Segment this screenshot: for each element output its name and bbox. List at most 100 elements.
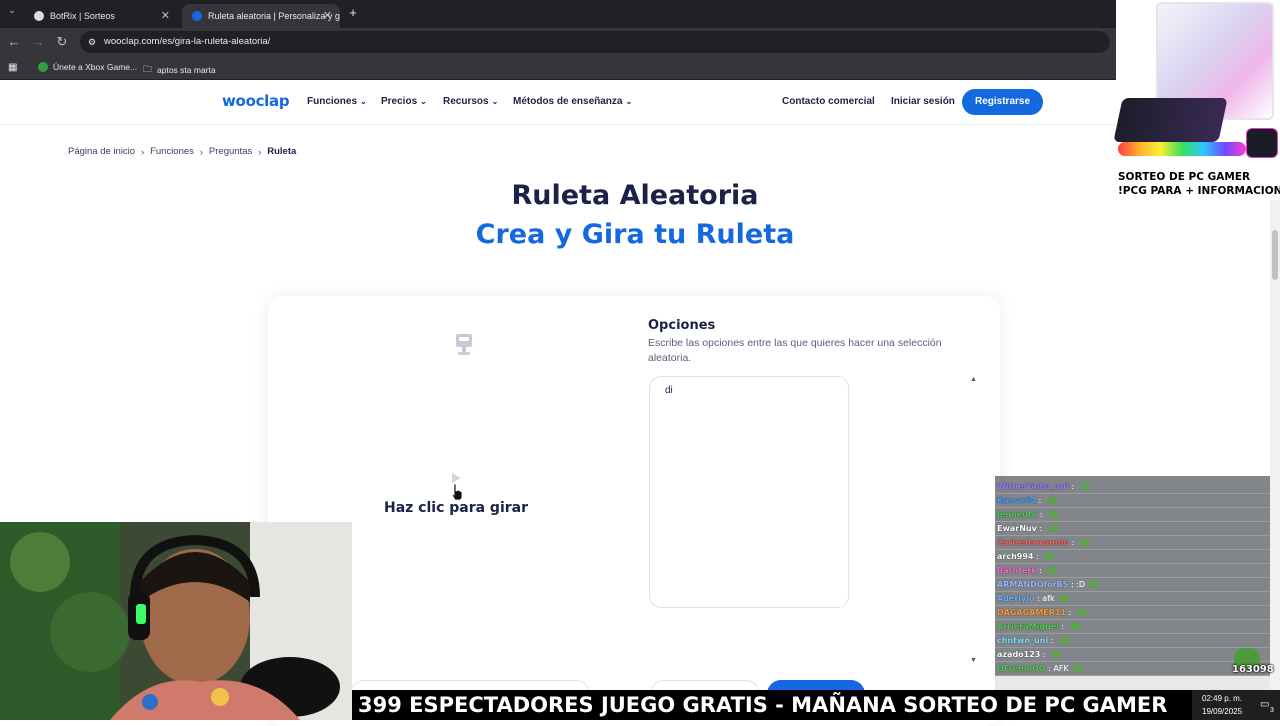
chat-username: Barhterk <box>997 566 1037 575</box>
chat-message: Aderlyjo : afk <box>995 592 1270 606</box>
scroll-up-icon[interactable]: ▲ <box>970 376 977 383</box>
chat-username: Kanvo64 <box>997 496 1037 505</box>
chat-message: DAGAGAMER11 : <box>995 606 1270 620</box>
contact-link[interactable]: Contacto comercial <box>782 96 875 107</box>
close-tab-icon[interactable]: ✕ <box>323 9 332 22</box>
menu-precios[interactable]: Precios ⌄ <box>381 96 427 107</box>
chat-username: DAGAGAMER11 <box>997 608 1067 617</box>
chat-emote-icon <box>1072 665 1082 672</box>
address-bar[interactable]: ⚙ wooclap.com/es/gira-la-ruleta-aleatori… <box>80 31 1110 53</box>
chevron-down-icon: ⌄ <box>420 97 427 106</box>
page-scrollbar[interactable] <box>1270 200 1280 690</box>
viewer-counter: 163098 <box>1232 664 1274 675</box>
giveaway-line-1: SORTEO DE PC GAMER <box>1118 171 1251 183</box>
chat-username: OFremoOO <box>997 664 1046 673</box>
taskbar-clock[interactable]: 02:49 p. m. 19/09/2025 ▭ 3 <box>1192 690 1280 720</box>
bookmark-folder[interactable]: 🗀 aptos sta marta <box>143 62 216 78</box>
menu-metodos[interactable]: Métodos de enseñanza ⌄ <box>513 96 632 107</box>
close-tab-icon[interactable]: ✕ <box>161 9 170 22</box>
breadcrumb-home[interactable]: Página de inicio <box>68 146 135 157</box>
xbox-icon <box>38 62 48 72</box>
chat-message: EwarNuv : <box>995 522 1270 536</box>
tab-title: Ruleta aleatoria | Personaliza y g <box>208 11 340 21</box>
new-tab-button[interactable]: + <box>345 5 361 20</box>
chevron-right-icon: › <box>199 146 203 157</box>
chat-emote-icon <box>1058 595 1068 602</box>
chat-username: ARMANDOforBS <box>997 580 1069 589</box>
menu-label: Precios <box>381 96 418 107</box>
botrix-favicon-icon <box>34 11 44 21</box>
stream-ticker: 399 ESPECTADORES JUEGO GRATIS - MAÑANA S… <box>352 690 1192 720</box>
clock-date: 19/09/2025 <box>1202 707 1243 716</box>
wheel-stand-icon <box>456 334 472 355</box>
chat-emote-icon <box>1089 581 1099 588</box>
options-textarea[interactable]: di <box>649 376 849 608</box>
giveaway-text: SORTEO DE PC GAMER !PCG PARA + INFORMACI… <box>1118 170 1280 198</box>
notification-count: 3 <box>1270 707 1274 714</box>
chat-message: Jeuneuto : <box>995 508 1270 522</box>
chevron-down-icon: ⌄ <box>491 97 499 106</box>
chat-message: Carloshanzando : <box>995 536 1270 550</box>
register-button[interactable]: Registrarse <box>962 89 1043 115</box>
webcam-feed <box>0 522 352 720</box>
breadcrumb-funciones[interactable]: Funciones <box>150 146 194 157</box>
notification-icon[interactable]: ▭ <box>1260 699 1269 710</box>
browser-tab-bar: ⌄ BotRix | Sorteos ✕ Ruleta aleatoria | … <box>0 0 1116 28</box>
bookmarks-bar: ▦ Únete a Xbox Game... 🗀 aptos sta marta <box>0 56 1116 80</box>
chat-text: afk <box>1042 594 1055 603</box>
reload-icon[interactable]: ↻ <box>54 34 70 50</box>
chat-text: AFK <box>1053 664 1069 673</box>
chat-message: Kanvo64 : <box>995 494 1270 508</box>
tab-wooclap[interactable]: Ruleta aleatoria | Personaliza y g ✕ <box>182 4 340 28</box>
chat-username: arch994 <box>997 552 1034 561</box>
chat-message: chntwn_uni : <box>995 634 1270 648</box>
options-title: Opciones <box>648 318 716 333</box>
breadcrumb-current: Ruleta <box>267 146 297 157</box>
chat-message: azado123 : <box>995 648 1270 662</box>
chat-emote-icon <box>1049 511 1059 518</box>
chat-message: OFremoOO : AFK <box>995 662 1270 676</box>
chat-message: WitherGoba_uni : <box>995 480 1270 494</box>
chat-message: Barhterk : <box>995 564 1270 578</box>
page-subtitle: Crea y Gira tu Ruleta <box>475 219 795 250</box>
chat-emote-icon <box>1080 483 1090 490</box>
rgb-light-image <box>1118 142 1246 156</box>
chat-emote-icon <box>1048 525 1058 532</box>
forward-arrow-icon[interactable]: → <box>30 34 46 49</box>
chevron-down-icon: ⌄ <box>360 97 367 106</box>
menu-label: Funciones <box>307 96 358 107</box>
options-description: Escribe las opciones entre las que quier… <box>648 337 942 364</box>
browser-toolbar: ← → ↻ ⚙ wooclap.com/es/gira-la-ruleta-al… <box>0 28 1116 56</box>
mouse-image <box>1246 128 1278 158</box>
tab-search-chevron-icon[interactable]: ⌄ <box>4 5 20 16</box>
back-arrow-icon[interactable]: ← <box>6 34 22 49</box>
scroll-down-icon[interactable]: ▼ <box>970 657 977 664</box>
chevron-down-icon: ⌄ <box>625 97 633 106</box>
login-link[interactable]: Iniciar sesión <box>891 96 955 107</box>
site-info-icon[interactable]: ⚙ <box>88 31 96 53</box>
scrollbar-thumb[interactable] <box>1272 230 1278 280</box>
chat-scrollbar[interactable] <box>995 676 1270 690</box>
breadcrumb-preguntas[interactable]: Preguntas <box>209 146 252 157</box>
keyboard-image <box>1113 98 1228 142</box>
chat-username: ArrieraMiguel <box>997 622 1059 631</box>
chat-emote-icon <box>1048 567 1058 574</box>
menu-funciones[interactable]: Funciones ⌄ <box>307 96 367 107</box>
chat-text: :D <box>1076 580 1086 589</box>
chat-username: WitherGoba_uni <box>997 482 1069 491</box>
chat-emote-icon <box>1080 539 1090 546</box>
wooclap-logo[interactable]: wooclap <box>222 92 290 110</box>
bookmark-label: Únete a Xbox Game... <box>53 62 138 72</box>
breadcrumb: Página de inicio › Funciones › Preguntas… <box>68 146 296 157</box>
tab-title: BotRix | Sorteos <box>50 11 115 21</box>
hand-cursor-icon <box>451 483 463 501</box>
chat-emote-icon <box>1059 637 1069 644</box>
chevron-right-icon: › <box>258 146 262 157</box>
menu-recursos[interactable]: Recursos ⌄ <box>443 96 498 107</box>
tab-botrix[interactable]: BotRix | Sorteos ✕ <box>24 4 178 28</box>
bookmark-xbox[interactable]: Únete a Xbox Game... <box>38 62 137 72</box>
pc-giveaway-overlay: SORTEO DE PC GAMER !PCG PARA + INFORMACI… <box>1113 0 1280 200</box>
page-title: Ruleta Aleatoria <box>511 180 759 211</box>
apps-grid-icon[interactable]: ▦ <box>8 62 17 73</box>
spin-label[interactable]: Haz clic para girar <box>356 500 556 516</box>
